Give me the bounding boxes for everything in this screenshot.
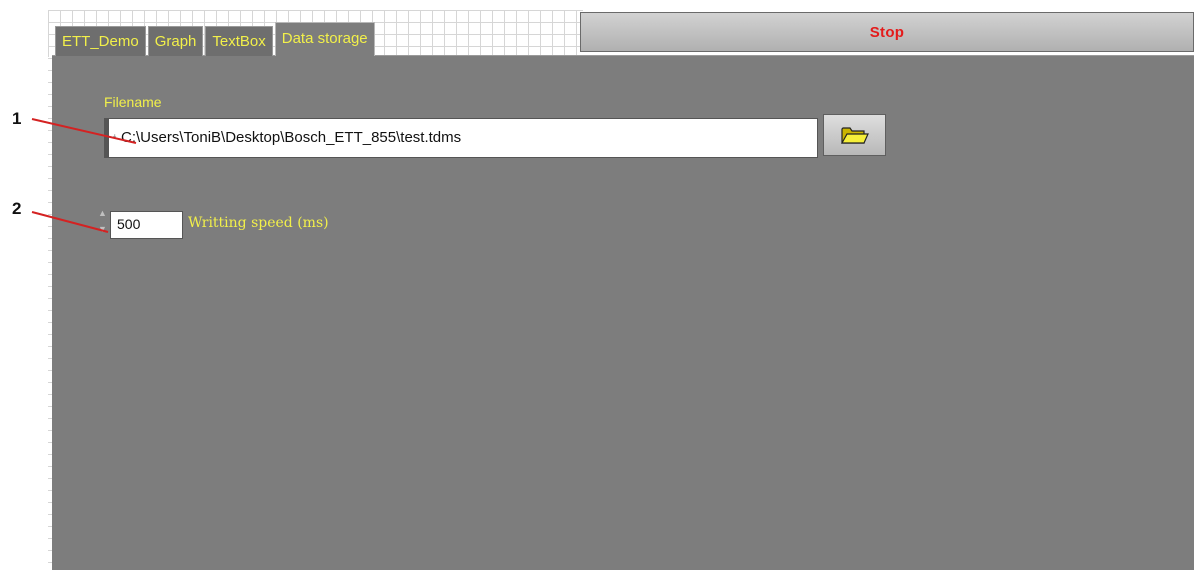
folder-open-icon — [840, 127, 869, 144]
tab-bar: ETT_Demo Graph TextBox Data storage — [55, 22, 377, 56]
tab-ett-demo[interactable]: ETT_Demo — [55, 26, 146, 56]
tab-textbox[interactable]: TextBox — [205, 26, 273, 56]
tab-graph[interactable]: Graph — [147, 26, 204, 56]
callout-number-1: 1 — [12, 109, 22, 128]
filename-path-input[interactable]: ⍖ C:\Users\ToniB\Desktop\Bosch_ETT_855\t… — [104, 118, 818, 158]
writing-speed-input[interactable]: 500 — [110, 211, 183, 239]
stop-button[interactable]: Stop — [580, 12, 1194, 52]
stepper-up-icon[interactable]: ▲ — [98, 208, 107, 218]
browse-button[interactable] — [823, 114, 886, 156]
filename-path-value: C:\Users\ToniB\Desktop\Bosch_ETT_855\tes… — [121, 129, 462, 146]
speed-stepper[interactable]: ▲ ▼ — [97, 208, 111, 242]
tab-data-storage[interactable]: Data storage — [274, 22, 375, 56]
writing-speed-label: Writting speed (ms) — [188, 215, 329, 231]
stepper-down-icon[interactable]: ▼ — [98, 224, 107, 234]
filename-label: Filename — [104, 94, 162, 110]
path-type-icon: ⍖ — [112, 131, 118, 141]
callout-number-2: 2 — [12, 199, 22, 218]
